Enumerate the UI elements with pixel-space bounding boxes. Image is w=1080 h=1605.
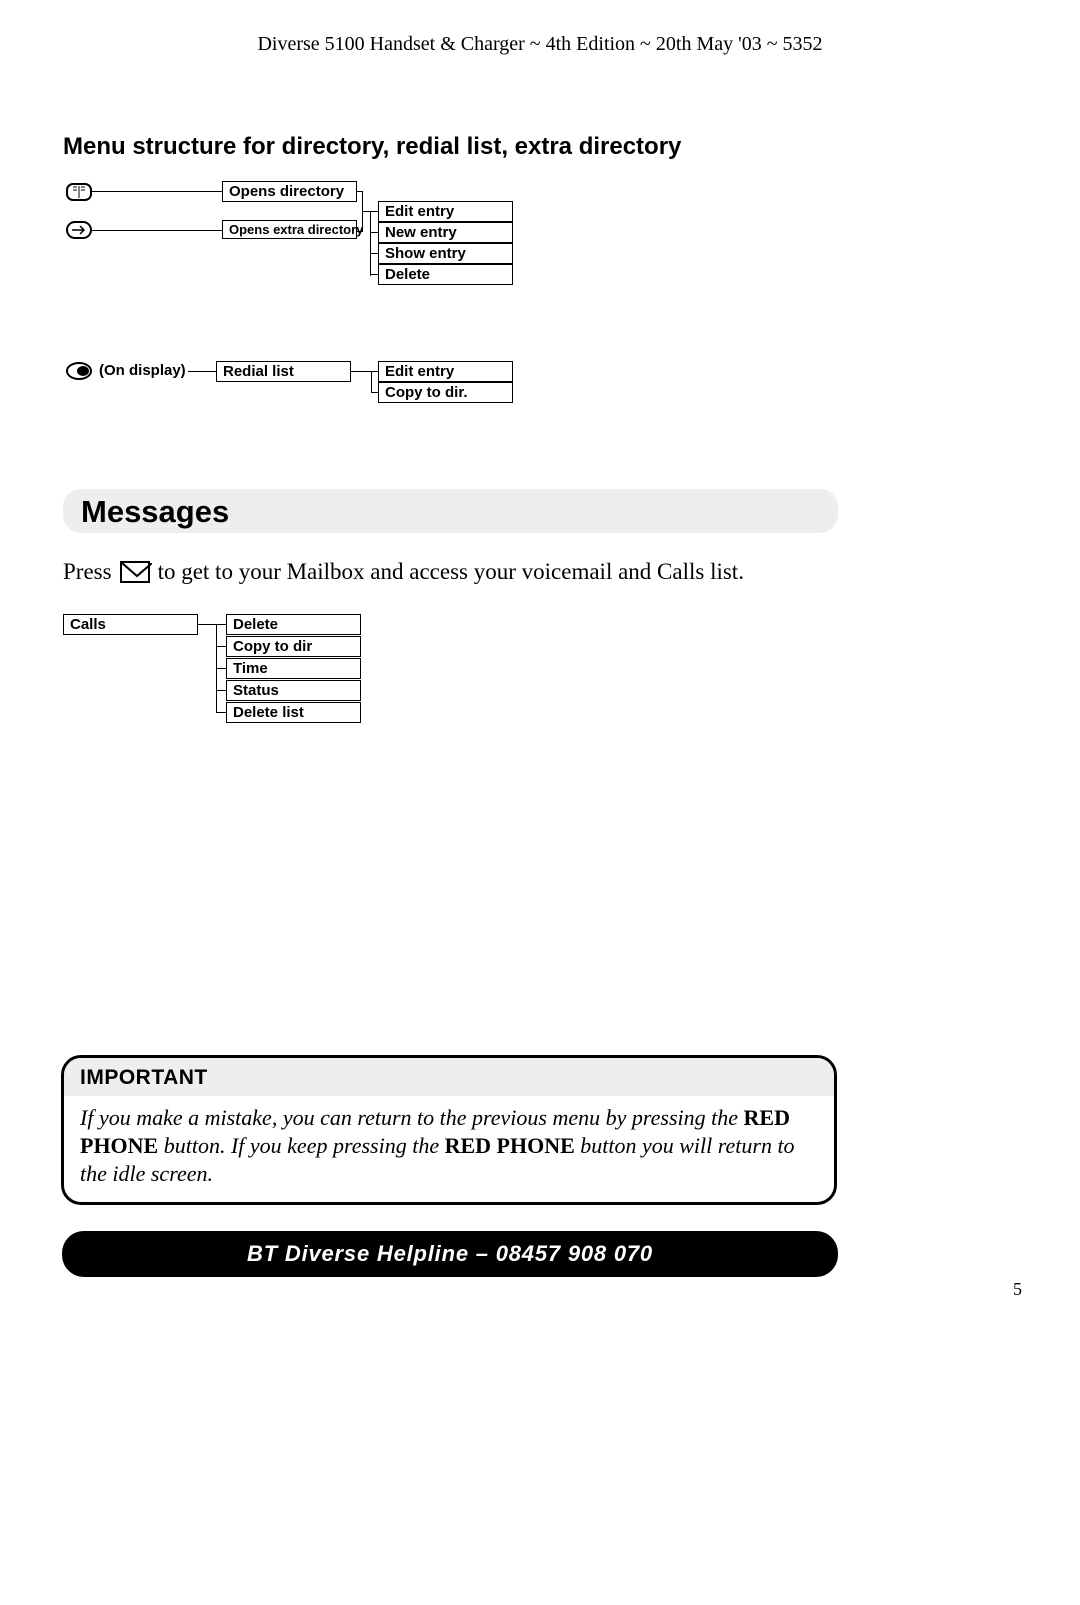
messages-heading: Messages bbox=[81, 494, 820, 530]
extra-directory-icon bbox=[66, 221, 92, 239]
press-instruction: Press to get to your Mailbox and access … bbox=[63, 559, 744, 585]
messages-heading-bar: Messages bbox=[63, 489, 838, 533]
important-text: button. If you keep pressing the bbox=[158, 1133, 444, 1158]
helpline-bar: BT Diverse Helpline – 08457 908 070 bbox=[62, 1231, 838, 1277]
connector-line bbox=[370, 253, 378, 254]
connector-line bbox=[198, 624, 216, 625]
important-title: IMPORTANT bbox=[64, 1058, 834, 1096]
menu-calls: Calls bbox=[63, 614, 198, 635]
press-text-before: Press bbox=[63, 559, 112, 585]
connector-line bbox=[216, 646, 226, 647]
menu-calls-status: Status bbox=[226, 680, 361, 701]
connector-line bbox=[216, 624, 226, 625]
menu-new-entry: New entry bbox=[378, 222, 513, 243]
connector-line bbox=[370, 211, 378, 212]
connector-line bbox=[216, 690, 226, 691]
display-icon bbox=[66, 362, 92, 380]
press-text-after: to get to your Mailbox and access your v… bbox=[158, 559, 744, 585]
important-bold: RED PHONE bbox=[445, 1133, 575, 1158]
connector-line bbox=[371, 392, 378, 393]
connector-line bbox=[216, 668, 226, 669]
connector-line bbox=[357, 231, 363, 232]
menu-calls-time: Time bbox=[226, 658, 361, 679]
important-text: If you make a mistake, you can return to… bbox=[80, 1105, 744, 1130]
document-header: Diverse 5100 Handset & Charger ~ 4th Edi… bbox=[0, 33, 1080, 56]
connector-line bbox=[216, 712, 226, 713]
connector-line bbox=[357, 191, 363, 192]
connector-line bbox=[92, 191, 222, 192]
menu-copy-to-dir: Copy to dir. bbox=[378, 382, 513, 403]
menu-show-entry: Show entry bbox=[378, 243, 513, 264]
menu-calls-delete-list: Delete list bbox=[226, 702, 361, 723]
menu-edit-entry-2: Edit entry bbox=[378, 361, 513, 382]
connector-line bbox=[92, 230, 222, 231]
directory-icon bbox=[66, 183, 92, 201]
menu-calls-copy: Copy to dir bbox=[226, 636, 361, 657]
page-number: 5 bbox=[1013, 1279, 1022, 1300]
connector-line bbox=[371, 371, 378, 372]
connector-line bbox=[370, 211, 371, 276]
section-title: Menu structure for directory, redial lis… bbox=[63, 133, 681, 161]
connector-line bbox=[371, 371, 372, 393]
menu-opens-extra-directory: Opens extra directory bbox=[222, 220, 357, 239]
menu-edit-entry: Edit entry bbox=[378, 201, 513, 222]
menu-delete: Delete bbox=[378, 264, 513, 285]
menu-redial-list: Redial list bbox=[216, 361, 351, 382]
menu-calls-delete: Delete bbox=[226, 614, 361, 635]
on-display-label: (On display) bbox=[99, 362, 186, 379]
envelope-icon bbox=[120, 561, 150, 583]
connector-line bbox=[188, 371, 216, 372]
important-body: If you make a mistake, you can return to… bbox=[64, 1096, 834, 1188]
connector-line bbox=[370, 232, 378, 233]
menu-opens-directory: Opens directory bbox=[222, 181, 357, 202]
important-box: IMPORTANT If you make a mistake, you can… bbox=[61, 1055, 837, 1205]
connector-line bbox=[351, 371, 371, 372]
connector-line bbox=[370, 274, 378, 275]
